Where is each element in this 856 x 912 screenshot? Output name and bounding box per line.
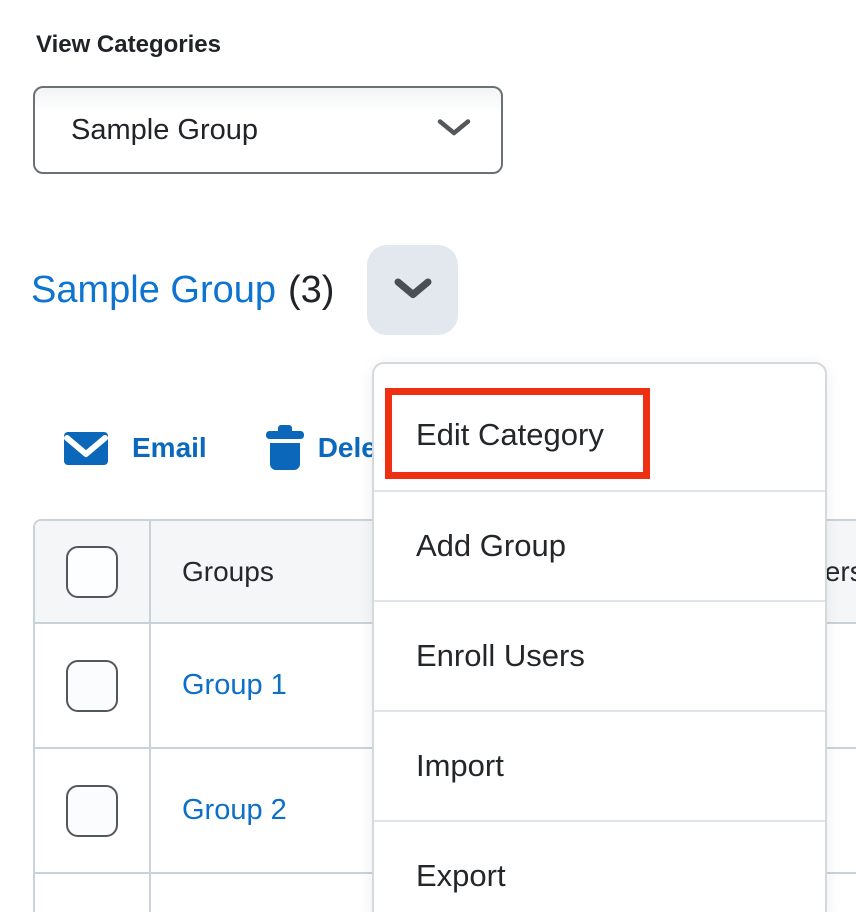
group-2-link[interactable]: Group 2 <box>182 794 287 827</box>
table-row-select-cell <box>35 874 151 912</box>
email-button[interactable]: Email <box>64 432 207 465</box>
chevron-down-icon <box>437 118 471 142</box>
menu-item-edit-category[interactable]: Edit Category <box>374 380 825 490</box>
bulk-actions-toolbar: Email Delete <box>64 422 402 474</box>
trash-icon <box>265 425 305 471</box>
table-row-select-cell <box>35 624 151 749</box>
category-context-menu: Edit Category Add Group Enroll Users Imp… <box>372 362 827 912</box>
table-row-select-cell <box>35 749 151 874</box>
category-select[interactable]: Sample Group <box>33 86 503 174</box>
category-select-value: Sample Group <box>71 114 258 147</box>
menu-item-add-group[interactable]: Add Group <box>374 490 825 600</box>
category-title-row: Sample Group (3) <box>31 258 334 322</box>
select-all-checkbox[interactable] <box>66 546 118 598</box>
table-header-select-cell <box>35 521 151 624</box>
page-title: View Categories <box>36 31 221 59</box>
row-checkbox-group-2[interactable] <box>66 785 118 837</box>
menu-item-export[interactable]: Export <box>374 820 825 912</box>
category-title-link[interactable]: Sample Group <box>31 269 276 312</box>
menu-item-enroll-users[interactable]: Enroll Users <box>374 600 825 710</box>
row-checkbox-group-1[interactable] <box>66 660 118 712</box>
chevron-down-icon <box>393 277 433 303</box>
groups-column-label: Groups <box>182 556 274 588</box>
category-actions-button[interactable] <box>367 245 458 335</box>
groups-management-page: View Categories Sample Group Sample Grou… <box>0 0 856 912</box>
email-label: Email <box>132 432 207 464</box>
menu-item-import[interactable]: Import <box>374 710 825 820</box>
category-group-count: (3) <box>288 269 334 312</box>
email-icon <box>64 432 108 465</box>
group-1-link[interactable]: Group 1 <box>182 669 287 702</box>
